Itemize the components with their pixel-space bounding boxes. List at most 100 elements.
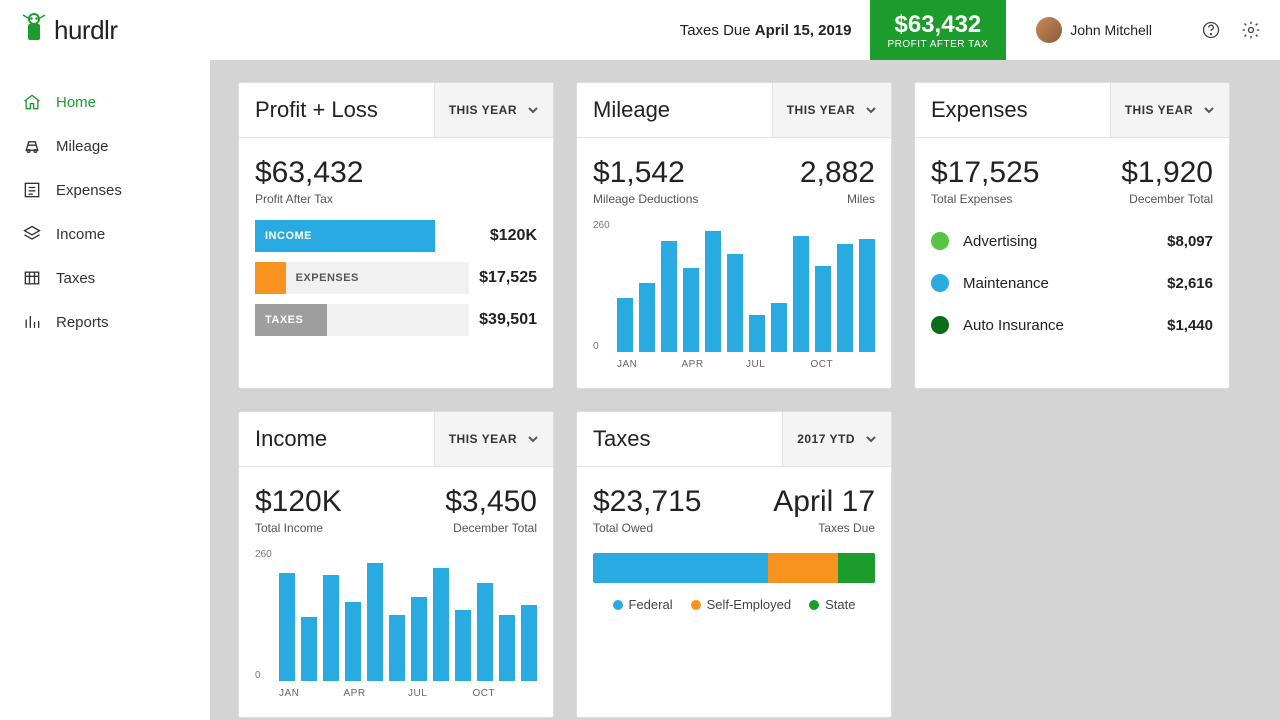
miles-value: 2,882 (800, 156, 875, 190)
sidebar-item-label: Taxes (56, 270, 95, 287)
legend-item: State (809, 597, 855, 612)
profit-amount: $63,432 (888, 13, 989, 37)
dashboard-content: Profit + Loss THIS YEAR $63,432 Profit A… (210, 60, 1280, 720)
card-title: Mileage (577, 83, 772, 137)
reports-icon (22, 312, 42, 332)
card-income: Income THIS YEAR $120K Total Income $3,4… (238, 411, 554, 718)
chart-bar (793, 236, 809, 352)
card-title: Expenses (915, 83, 1110, 137)
category-dot (931, 274, 949, 292)
current-user[interactable]: John Mitchell (1036, 17, 1152, 43)
chart-bar (367, 563, 383, 681)
chart-bar (617, 298, 633, 352)
sidebar-item-expenses[interactable]: Expenses (0, 168, 210, 212)
chart-bar (411, 597, 427, 681)
range-selector[interactable]: THIS YEAR (434, 83, 553, 137)
chart-bar (521, 605, 537, 681)
chart-bar (683, 268, 699, 352)
chart-bar (323, 575, 339, 681)
card-title: Profit + Loss (239, 83, 434, 137)
tax-breakdown-bar (593, 553, 875, 583)
chart-bar (345, 602, 361, 681)
avatar (1036, 17, 1062, 43)
chart-bar (279, 573, 295, 681)
profit-value: $63,432 (255, 156, 537, 190)
sidebar-item-label: Home (56, 94, 96, 111)
legend-item: Self-Employed (691, 597, 792, 612)
taxes-icon (22, 268, 42, 288)
mileage-icon (22, 136, 42, 156)
total-income-value: $120K (255, 485, 342, 519)
chart-bar (859, 239, 875, 352)
sidebar-item-label: Income (56, 226, 105, 243)
chart-bar (837, 244, 853, 352)
month-expenses-value: $1,920 (1121, 156, 1213, 190)
card-taxes: Taxes 2017 YTD $23,715 Total Owed April … (576, 411, 892, 718)
tax-segment-self-employed (768, 553, 839, 583)
pl-row-income: INCOME$120K (255, 220, 537, 252)
logo[interactable]: hurdlr (20, 12, 117, 49)
chevron-down-icon (865, 104, 877, 116)
legend-item: Federal (613, 597, 673, 612)
taxes-due-date: April 17 (773, 485, 875, 519)
card-title: Income (239, 412, 434, 466)
taxes-due-text: Taxes Due April 15, 2019 (680, 22, 852, 39)
pl-row-taxes: TAXES$39,501 (255, 304, 537, 336)
sidebar-item-label: Reports (56, 314, 109, 331)
logo-icon (20, 12, 48, 49)
chevron-down-icon (865, 433, 877, 445)
chart-bar (499, 615, 515, 681)
sidebar-item-home[interactable]: Home (0, 80, 210, 124)
expenses-icon (22, 180, 42, 200)
chart-bar (455, 610, 471, 681)
profit-after-tax-badge[interactable]: $63,432 PROFIT AFTER TAX (870, 0, 1007, 60)
chart-bar (477, 583, 493, 681)
expense-item[interactable]: Advertising$8,097 (931, 220, 1213, 262)
chart-bar (433, 568, 449, 681)
sidebar-item-label: Expenses (56, 182, 122, 199)
card-title: Taxes (577, 412, 782, 466)
category-dot (931, 316, 949, 334)
sidebar-item-income[interactable]: Income (0, 212, 210, 256)
card-expenses: Expenses THIS YEAR $17,525 Total Expense… (914, 82, 1230, 389)
sidebar-item-reports[interactable]: Reports (0, 300, 210, 344)
mileage-chart: 2600JANAPRJULOCT (593, 220, 875, 370)
chart-bar (815, 266, 831, 352)
month-income-value: $3,450 (445, 485, 537, 519)
chart-bar (661, 241, 677, 352)
topbar: hurdlr Taxes Due April 15, 2019 $63,432 … (0, 0, 1280, 60)
sidebar-item-taxes[interactable]: Taxes (0, 256, 210, 300)
tax-segment-state (838, 553, 875, 583)
chevron-down-icon (527, 104, 539, 116)
chevron-down-icon (1203, 104, 1215, 116)
help-icon[interactable] (1200, 19, 1222, 41)
mileage-deductions-value: $1,542 (593, 156, 698, 190)
card-mileage: Mileage THIS YEAR $1,542 Mileage Deducti… (576, 82, 892, 389)
income-icon (22, 224, 42, 244)
total-owed-value: $23,715 (593, 485, 701, 519)
gear-icon[interactable] (1240, 19, 1262, 41)
tax-segment-federal (593, 553, 768, 583)
user-name: John Mitchell (1070, 22, 1152, 38)
range-selector[interactable]: THIS YEAR (1110, 83, 1229, 137)
sidebar-item-label: Mileage (56, 138, 109, 155)
category-dot (931, 232, 949, 250)
sidebar: Home Mileage Expenses Income Taxes Reports (0, 60, 210, 720)
range-selector[interactable]: 2017 YTD (782, 412, 891, 466)
range-selector[interactable]: THIS YEAR (434, 412, 553, 466)
profit-value-label: Profit After Tax (255, 192, 537, 206)
profit-label: PROFIT AFTER TAX (888, 39, 989, 50)
tax-legend: Federal Self-Employed State (593, 597, 875, 612)
card-profit-loss: Profit + Loss THIS YEAR $63,432 Profit A… (238, 82, 554, 389)
pl-row-expenses: EXPENSES$17,525 (255, 262, 537, 294)
home-icon (22, 92, 42, 112)
income-chart: 2600JANAPRJULOCT (255, 549, 537, 699)
range-selector[interactable]: THIS YEAR (772, 83, 891, 137)
expense-item[interactable]: Maintenance$2,616 (931, 262, 1213, 304)
expense-item[interactable]: Auto Insurance$1,440 (931, 304, 1213, 346)
chart-bar (301, 617, 317, 681)
sidebar-item-mileage[interactable]: Mileage (0, 124, 210, 168)
chart-bar (727, 254, 743, 352)
chart-bar (771, 303, 787, 352)
chart-bar (389, 615, 405, 681)
